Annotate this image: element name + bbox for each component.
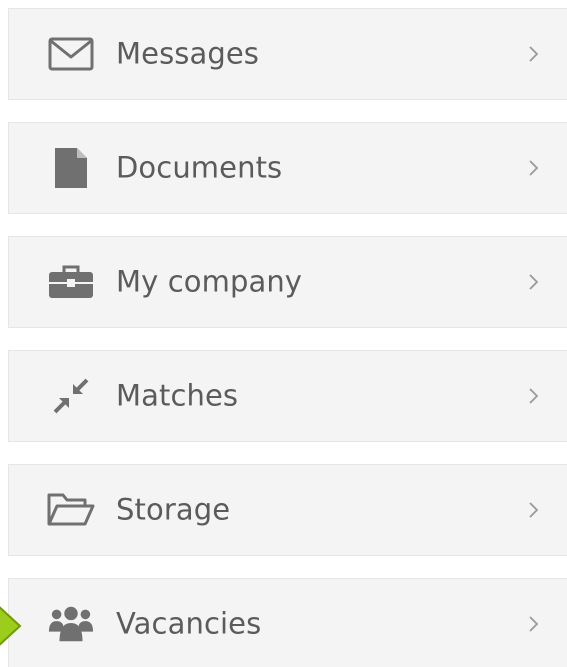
menu-item-storage[interactable]: Storage <box>8 464 567 556</box>
chevron-right-icon <box>523 158 543 178</box>
chevron-right-icon <box>523 614 543 634</box>
document-icon <box>47 148 95 188</box>
menu-item-label: Vacancies <box>116 606 262 641</box>
menu-item-documents[interactable]: Documents <box>8 122 567 214</box>
pointer-arrow-icon <box>0 602 22 652</box>
chevron-right-icon <box>523 386 543 406</box>
menu-item-label: Documents <box>116 150 283 185</box>
chevron-right-icon <box>523 272 543 292</box>
envelope-icon <box>47 34 95 74</box>
menu-item-messages[interactable]: Messages <box>8 8 567 100</box>
menu-item-label: Storage <box>116 492 231 527</box>
menu-item-matches[interactable]: Matches <box>8 350 567 442</box>
users-icon <box>47 604 95 644</box>
folder-open-icon <box>47 490 95 530</box>
briefcase-icon <box>47 262 95 302</box>
menu-item-label: Matches <box>116 378 239 413</box>
compress-arrows-icon <box>47 376 95 416</box>
menu-item-label: My company <box>116 264 303 299</box>
chevron-right-icon <box>523 500 543 520</box>
chevron-right-icon <box>523 44 543 64</box>
menu-item-my-company[interactable]: My company <box>8 236 567 328</box>
menu-item-label: Messages <box>116 36 260 71</box>
menu-item-vacancies[interactable]: Vacancies <box>8 578 567 667</box>
side-menu: Messages Documents My company Matches St… <box>0 0 567 667</box>
